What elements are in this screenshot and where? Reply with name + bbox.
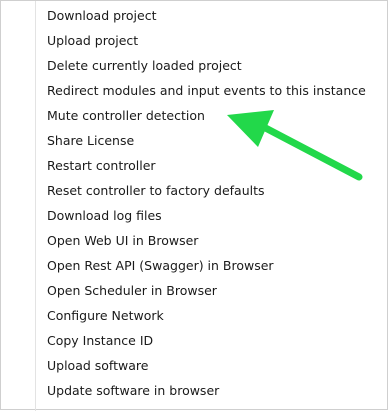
menu-item-list: Download project Upload project Delete c… — [1, 1, 388, 403]
menu-item-configure-network[interactable]: Configure Network — [1, 303, 388, 328]
menu-item-upload-project[interactable]: Upload project — [1, 28, 388, 53]
menu-item-upload-software[interactable]: Upload software — [1, 353, 388, 378]
menu-item-copy-instance-id[interactable]: Copy Instance ID — [1, 328, 388, 353]
context-menu: Download project Upload project Delete c… — [0, 0, 388, 411]
menu-item-redirect-modules[interactable]: Redirect modules and input events to thi… — [1, 78, 388, 103]
menu-item-restart-controller[interactable]: Restart controller — [1, 153, 388, 178]
menu-item-delete-project[interactable]: Delete currently loaded project — [1, 53, 388, 78]
menu-item-open-rest-api[interactable]: Open Rest API (Swagger) in Browser — [1, 253, 388, 278]
menu-item-open-scheduler[interactable]: Open Scheduler in Browser — [1, 278, 388, 303]
menu-item-reset-factory-defaults[interactable]: Reset controller to factory defaults — [1, 178, 388, 203]
menu-item-mute-controller-detection[interactable]: Mute controller detection — [1, 103, 388, 128]
menu-item-update-software-browser[interactable]: Update software in browser — [1, 378, 388, 403]
menu-item-download-log-files[interactable]: Download log files — [1, 203, 388, 228]
menu-item-open-web-ui[interactable]: Open Web UI in Browser — [1, 228, 388, 253]
menu-item-download-project[interactable]: Download project — [1, 3, 388, 28]
menu-item-share-license[interactable]: Share License — [1, 128, 388, 153]
